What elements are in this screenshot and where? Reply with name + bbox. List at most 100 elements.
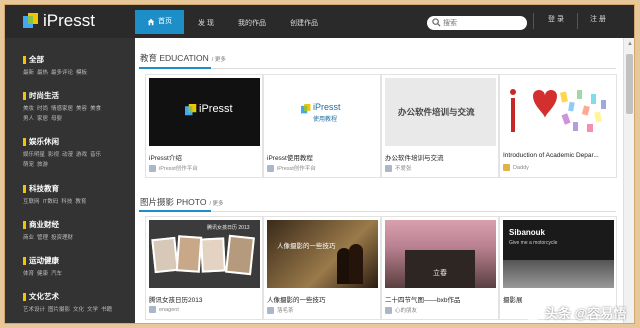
category-title[interactable]: 运动健康	[29, 255, 59, 266]
author-name[interactable]: 不爱张	[395, 164, 412, 172]
category-link[interactable]: 萌宠	[23, 162, 34, 168]
category-link[interactable]: 最新	[23, 70, 34, 76]
work-thumbnail[interactable]: iPresst	[149, 78, 260, 146]
work-title[interactable]: 二十四节气图——bxb作品	[385, 294, 497, 304]
vertical-scrollbar[interactable]: ▲	[623, 38, 634, 323]
category-link[interactable]: 美食	[90, 106, 101, 112]
category-link[interactable]: 美容	[76, 106, 87, 112]
thumbnail-text: 人像摄影的一些技巧	[277, 243, 336, 250]
divider	[533, 13, 534, 29]
work-card[interactable]: 腾讯女孩日历 2013 腾讯女孩日历2013 enagent	[145, 216, 263, 320]
work-thumbnail[interactable]: 人像摄影的一些技巧	[267, 220, 378, 288]
search-icon[interactable]	[432, 18, 441, 27]
work-card[interactable]: 办公软件培训与交流 办公软件培训与交流 不爱张	[381, 74, 499, 178]
work-thumbnail[interactable]: 立春	[385, 220, 496, 288]
category-link[interactable]: 体育	[23, 271, 34, 277]
work-card[interactable]: iPresst iPresst介绍 iPresst创作平台	[145, 74, 263, 178]
main-nav: 首页 发 现 我的作品 创建作品	[135, 10, 332, 40]
category-tech-education: 科技教育 互联网 IT数码 科技 教育	[23, 183, 89, 205]
scrollbar-thumb[interactable]	[626, 54, 633, 114]
category-title[interactable]: 商业财经	[29, 219, 59, 230]
category-link[interactable]: 模板	[76, 70, 87, 76]
category-business: 商业财经 商业 管理 投资理财	[23, 219, 76, 241]
work-title[interactable]: 人像摄影的一些技巧	[267, 294, 379, 304]
category-link[interactable]: 文学	[87, 307, 98, 313]
category-link[interactable]: 教育	[75, 199, 86, 205]
author-name[interactable]: 心的朋友	[395, 306, 417, 314]
section-divider	[139, 210, 616, 212]
category-title[interactable]: 文化艺术	[29, 291, 59, 302]
category-link[interactable]: 家居	[37, 116, 48, 122]
category-link[interactable]: 影视	[48, 152, 59, 158]
category-marker	[23, 137, 26, 146]
nav-home[interactable]: 首页	[135, 10, 184, 34]
category-link[interactable]: 汽车	[51, 271, 62, 277]
work-title[interactable]: iPresst介绍	[149, 152, 261, 162]
category-link[interactable]: 艺术设计	[23, 307, 45, 313]
section-more-link[interactable]: / 更多	[212, 57, 226, 63]
category-link[interactable]: 男人	[23, 116, 34, 122]
work-thumbnail[interactable]	[503, 78, 614, 146]
category-link[interactable]: 游戏	[76, 152, 87, 158]
category-title[interactable]: 娱乐休闲	[29, 136, 59, 147]
register-link[interactable]: 注 册	[590, 14, 606, 24]
work-thumbnail[interactable]: Sibanouk Give me a motorcycle	[503, 220, 614, 288]
category-marker	[23, 256, 26, 265]
author-name[interactable]: Daddy	[513, 165, 529, 171]
work-title[interactable]: iPresst使用教程	[267, 152, 379, 162]
nav-create-work[interactable]: 创建作品	[280, 14, 328, 40]
category-link[interactable]: 文化	[73, 307, 84, 313]
category-link[interactable]: 母婴	[51, 116, 62, 122]
work-card[interactable]: Introduction of Academic Depar... Daddy	[499, 74, 617, 178]
work-card[interactable]: 立春 二十四节气图——bxb作品 心的朋友	[381, 216, 499, 320]
author-name[interactable]: iPresst创作平台	[159, 164, 198, 172]
category-link[interactable]: 情感家居	[51, 106, 73, 112]
work-thumbnail[interactable]: 办公软件培训与交流	[385, 78, 496, 146]
category-link[interactable]: 最多评论	[51, 70, 73, 76]
work-thumbnail[interactable]: 腾讯女孩日历 2013	[149, 220, 260, 288]
work-title[interactable]: 腾讯女孩日历2013	[149, 294, 261, 304]
category-title[interactable]: 时尚生活	[29, 90, 59, 101]
avatar	[149, 164, 156, 172]
category-link[interactable]: 图片摄影	[48, 307, 70, 313]
site-name: iPresst	[43, 11, 95, 30]
category-link[interactable]: 健康	[37, 271, 48, 277]
category-link[interactable]: IT数码	[43, 199, 59, 205]
category-link[interactable]: 科技	[61, 199, 72, 205]
category-link[interactable]: 商业	[23, 235, 34, 241]
category-link[interactable]: 旅游	[37, 162, 48, 168]
scroll-up-icon[interactable]: ▲	[627, 41, 633, 47]
category-link[interactable]: 最热	[37, 70, 48, 76]
category-entertainment: 娱乐休闲 娱乐明星 影视 动漫 游戏 音乐 萌宠 旅游	[23, 136, 104, 168]
work-title[interactable]: Introduction of Academic Depar...	[503, 152, 615, 159]
author-name[interactable]: 落毛茶	[277, 306, 294, 314]
category-link[interactable]: 美妆	[23, 106, 34, 112]
work-card[interactable]: iPresst 使用教程 iPresst使用教程 iPresst创作平台	[263, 74, 381, 178]
category-link[interactable]: 动漫	[62, 152, 73, 158]
author-name[interactable]: enagent	[159, 307, 179, 313]
category-link[interactable]: 互联网	[23, 199, 40, 205]
category-link[interactable]: 书籍	[101, 307, 112, 313]
thumbnail-text: 办公软件培训与交流	[398, 107, 475, 117]
site-logo[interactable]: iPresst	[21, 11, 141, 32]
category-link[interactable]: 投资理财	[51, 235, 73, 241]
work-title[interactable]: 办公软件培训与交流	[385, 152, 497, 162]
category-link[interactable]: 时尚	[37, 106, 48, 112]
thumbnail-text: 腾讯女孩日历 2013	[207, 225, 250, 231]
ipresst-logo-icon	[185, 104, 197, 116]
search-input[interactable]	[443, 17, 523, 29]
section-more-link[interactable]: / 更多	[209, 201, 223, 207]
category-title[interactable]: 科技教育	[29, 183, 59, 194]
work-thumbnail[interactable]: iPresst 使用教程	[267, 78, 378, 146]
category-link[interactable]: 音乐	[90, 152, 101, 158]
author-name[interactable]: iPresst创作平台	[277, 164, 316, 172]
watermark-logo-icon	[525, 304, 541, 321]
nav-discover[interactable]: 发 现	[188, 14, 224, 40]
section-title: 图片摄影 PHOTO	[140, 197, 207, 207]
category-link[interactable]: 管理	[37, 235, 48, 241]
category-title[interactable]: 全部	[29, 54, 44, 65]
login-link[interactable]: 登 录	[548, 14, 564, 24]
category-link[interactable]: 娱乐明星	[23, 152, 45, 158]
work-card[interactable]: 人像摄影的一些技巧 人像摄影的一些技巧 落毛茶	[263, 216, 381, 320]
nav-my-works[interactable]: 我的作品	[228, 14, 276, 40]
